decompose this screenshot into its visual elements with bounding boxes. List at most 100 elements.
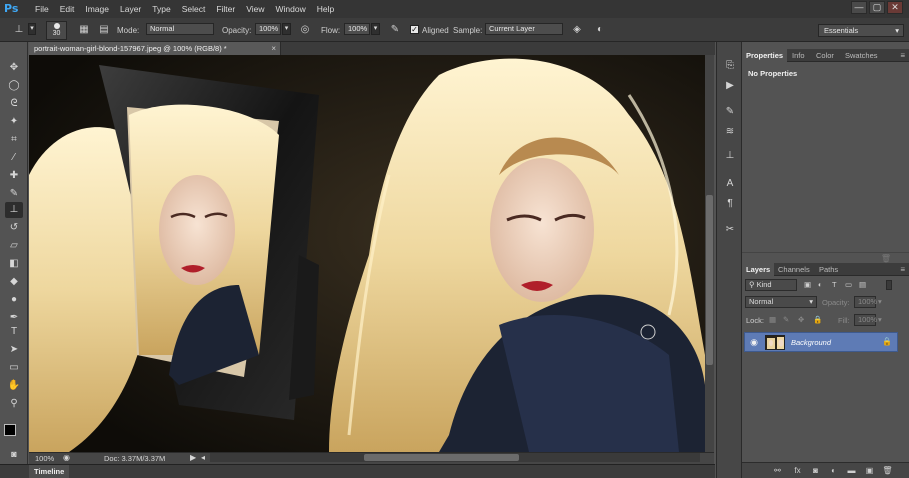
move-icon[interactable]: ✥	[5, 60, 23, 76]
quick-select-icon[interactable]: ✦	[5, 114, 23, 130]
mode-select[interactable]: Normal	[146, 23, 214, 35]
menu-view[interactable]: View	[244, 4, 266, 14]
horizontal-scrollbar[interactable]	[210, 453, 700, 462]
menu-type[interactable]: Type	[150, 4, 172, 14]
pressure-opacity-icon[interactable]: ◎	[298, 23, 312, 37]
close-document-icon[interactable]: ×	[271, 42, 276, 55]
filter-adjustment-icon[interactable]: ◐	[818, 280, 823, 289]
menu-help[interactable]: Help	[315, 4, 336, 14]
new-layer-icon[interactable]: ▣	[864, 466, 875, 476]
menu-filter[interactable]: Filter	[214, 4, 237, 14]
marquee-icon[interactable]: ◯	[5, 78, 23, 94]
dodge-icon[interactable]: ●	[5, 292, 23, 308]
opacity-dropdown-icon[interactable]: ▾	[878, 297, 882, 306]
lock-position-icon[interactable]: ✥	[798, 315, 804, 324]
eyedropper-icon[interactable]: ⁄	[5, 150, 23, 166]
lock-transparent-icon[interactable]: ▦	[769, 315, 776, 324]
brush-icon[interactable]: ✎	[5, 186, 23, 202]
brush-panel-icon[interactable]: ▦	[77, 23, 91, 37]
filter-shape-icon[interactable]: ▭	[845, 280, 852, 289]
filter-toggle[interactable]	[886, 280, 892, 290]
flow-input[interactable]: 100%	[344, 23, 370, 35]
info-arrow-icon[interactable]: ▶	[190, 453, 196, 462]
vertical-scrollbar[interactable]	[705, 55, 714, 452]
history-panel-icon[interactable]: ⎘	[722, 58, 738, 74]
lock-all-icon[interactable]: 🔒	[813, 315, 822, 324]
blur-icon[interactable]: ◆	[5, 274, 23, 290]
layer-row[interactable]: ◉ Background 🔒	[744, 332, 898, 352]
gradient-icon[interactable]: ◧	[5, 256, 23, 272]
menu-image[interactable]: Image	[83, 4, 111, 14]
filter-type-icon[interactable]: T	[832, 280, 837, 289]
airbrush-icon[interactable]: ✎	[388, 23, 402, 37]
quick-mask-icon[interactable]: ◙	[5, 446, 23, 462]
character-panel-icon[interactable]: A	[722, 176, 738, 192]
layer-mask-icon[interactable]: ◙	[810, 466, 821, 476]
workspace-switcher[interactable]: Essentials ▾	[818, 24, 904, 37]
menu-select[interactable]: Select	[180, 4, 208, 14]
layer-name[interactable]: Background	[791, 338, 831, 347]
maximize-button[interactable]: ▢	[869, 1, 885, 14]
layer-filter-kind[interactable]: ⚲ Kind	[745, 279, 797, 291]
tool-presets-icon[interactable]: ✂	[722, 222, 738, 238]
eraser-icon[interactable]: ▱	[5, 238, 23, 254]
flow-slider-dropdown[interactable]: ▾	[371, 23, 380, 35]
clone-stamp-tool-preset-icon[interactable]: ⊥	[12, 23, 26, 37]
path-select-icon[interactable]: ➤	[5, 342, 23, 358]
tool-preset-dropdown[interactable]: ▾	[28, 23, 36, 35]
tab-properties[interactable]: Properties	[742, 49, 788, 62]
minimize-button[interactable]: —	[851, 1, 867, 14]
ignore-adjustment-layers-icon[interactable]: ◈	[570, 23, 584, 37]
actions-panel-icon[interactable]: ▶	[722, 78, 738, 94]
zoom-level[interactable]: 100%	[35, 454, 54, 463]
tab-layers[interactable]: Layers	[742, 263, 775, 276]
delete-layer-icon[interactable]: 🗑	[882, 466, 893, 476]
type-icon[interactable]: T	[5, 324, 23, 340]
timeline-tab[interactable]: Timeline	[29, 465, 69, 478]
filter-pixel-icon[interactable]: ▣	[804, 280, 811, 289]
clone-source-icon[interactable]: ▤	[97, 23, 111, 37]
vertical-scroll-thumb[interactable]	[706, 195, 713, 365]
opacity-input[interactable]: 100%	[255, 23, 281, 35]
menu-edit[interactable]: Edit	[58, 4, 77, 14]
hand-icon[interactable]: ✋	[5, 378, 23, 394]
layer-style-icon[interactable]: fx	[792, 466, 803, 476]
aligned-checkbox[interactable]: ✓	[410, 25, 419, 34]
tab-channels[interactable]: Channels	[774, 263, 814, 276]
tab-color[interactable]: Color	[812, 49, 838, 62]
brush-panel-strip-icon[interactable]: ≋	[722, 124, 738, 140]
opacity-slider-dropdown[interactable]: ▾	[282, 23, 291, 35]
crop-icon[interactable]: ⌗	[5, 132, 23, 148]
menu-file[interactable]: File	[33, 4, 51, 14]
layers-panel-menu-icon[interactable]: ≡	[900, 265, 905, 274]
eye-icon[interactable]: ◉	[748, 336, 760, 348]
close-window-button[interactable]: ✕	[887, 1, 903, 14]
filter-smart-object-icon[interactable]: ▤	[859, 280, 866, 289]
clone-stamp-icon[interactable]: ⊥	[5, 202, 23, 218]
link-layers-icon[interactable]: ⚯	[772, 466, 783, 476]
tab-info[interactable]: Info	[788, 49, 809, 62]
layer-opacity-input[interactable]: 100%	[854, 296, 877, 308]
tab-swatches[interactable]: Swatches	[841, 49, 882, 62]
menu-window[interactable]: Window	[273, 4, 307, 14]
document-canvas[interactable]	[29, 55, 705, 452]
foreground-color-swatch[interactable]	[4, 424, 16, 436]
layer-blend-mode-select[interactable]: Normal ▾	[745, 296, 817, 308]
paragraph-panel-icon[interactable]: ¶	[722, 196, 738, 212]
horizontal-scroll-thumb[interactable]	[364, 454, 519, 461]
scroll-left-icon[interactable]: ◂	[201, 453, 205, 462]
shape-icon[interactable]: ▭	[5, 360, 23, 376]
clone-source-strip-icon[interactable]: ⊥	[722, 148, 738, 164]
history-brush-icon[interactable]: ↺	[5, 220, 23, 236]
tab-paths[interactable]: Paths	[815, 263, 842, 276]
brush-size-picker[interactable]: 30	[46, 21, 67, 40]
menu-layer[interactable]: Layer	[118, 4, 143, 14]
healing-brush-icon[interactable]: ✚	[5, 168, 23, 184]
fill-input[interactable]: 100%	[854, 314, 877, 326]
new-group-icon[interactable]: ▬	[846, 466, 857, 476]
brush-presets-icon[interactable]: ✎	[722, 104, 738, 120]
sample-select[interactable]: Current Layer	[485, 23, 563, 35]
lasso-icon[interactable]: ᘓ	[5, 96, 23, 112]
panel-menu-icon[interactable]: ≡	[900, 51, 905, 60]
document-tab[interactable]: portrait-woman-girl-blond-157967.jpeg @ …	[29, 42, 281, 55]
